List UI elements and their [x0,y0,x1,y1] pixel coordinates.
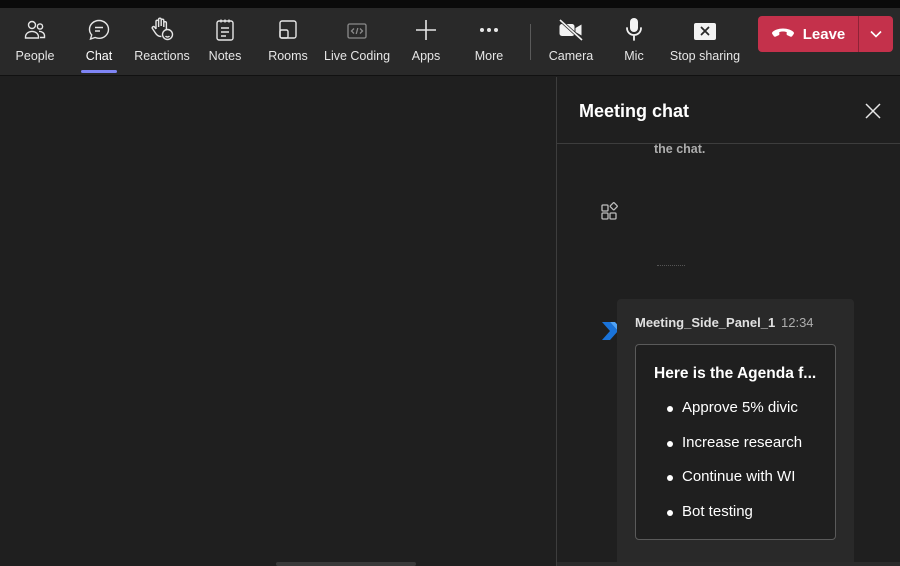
plus-icon [414,8,438,44]
message-sender: Meeting_Side_Panel_1 [635,315,776,330]
chat-button[interactable]: Chat [78,8,120,76]
agenda-card: Here is the Agenda f... Approve 5% divic… [635,344,836,540]
leave-button[interactable]: Leave [758,16,858,52]
rooms-button[interactable]: Rooms [266,8,310,76]
toolbar-divider [530,24,531,60]
people-icon [23,8,47,44]
stage-scrollbar[interactable] [276,562,416,566]
reactions-button[interactable]: Reactions [134,8,190,76]
agenda-list: Approve 5% divic Increase research Conti… [666,399,802,538]
notes-label: Notes [208,49,242,63]
chat-message: Meeting_Side_Panel_1 12:34 Here is the A… [617,299,854,566]
stop-share-icon [693,8,717,44]
panel-header: Meeting chat [557,77,900,144]
chat-label: Chat [85,49,113,63]
notes-icon [214,8,236,44]
meeting-chat-panel: Meeting chat the chat. Meeting_Side_Pane… [556,77,900,566]
close-icon [865,103,881,119]
hand-icon [149,8,175,44]
more-label: More [474,49,504,63]
people-button[interactable]: People [12,8,58,76]
live-coding-icon [346,8,368,44]
agenda-item: Increase research [666,434,802,469]
stop-sharing-label: Stop sharing [669,49,741,63]
mic-label: Mic [624,49,644,63]
active-tab-indicator [81,70,117,73]
leave-control: Leave [758,16,893,52]
reactions-label: Reactions [134,49,190,63]
card-title: Here is the Agenda f... [654,365,817,382]
more-icon [477,8,501,44]
camera-button[interactable]: Camera [548,8,594,76]
leave-label: Leave [802,25,846,43]
rooms-icon [276,8,300,44]
leave-options-dropdown[interactable] [858,16,893,52]
agenda-item: Approve 5% divic [666,399,802,434]
apps-add-icon[interactable] [600,201,620,226]
apps-button[interactable]: Apps [408,8,444,76]
agenda-item: Bot testing [666,503,802,538]
mic-button[interactable]: Mic [620,8,648,76]
camera-label: Camera [548,49,594,63]
agenda-item: Continue with WI [666,468,802,503]
mic-icon [624,8,644,44]
chat-icon [87,8,111,44]
live-coding-label: Live Coding [324,49,391,63]
window-top-strip [0,0,900,8]
message-timestamp: 12:34 [781,315,814,330]
people-label: People [15,49,55,63]
phone-hangup-icon [771,26,795,43]
chevron-down-icon [870,30,882,38]
stop-sharing-button[interactable]: Stop sharing [670,8,740,76]
apps-label: Apps [411,49,441,63]
more-button[interactable]: More [470,8,508,76]
rooms-label: Rooms [268,49,308,63]
live-coding-button[interactable]: Live Coding [324,8,390,76]
separator [657,265,685,266]
panel-scroll-edge [557,562,900,566]
notes-button[interactable]: Notes [204,8,246,76]
panel-title: Meeting chat [579,101,690,121]
close-panel-button[interactable] [863,101,883,121]
system-message-text: the chat. [654,142,706,156]
meeting-stage [0,77,556,566]
camera-off-icon [558,8,584,44]
